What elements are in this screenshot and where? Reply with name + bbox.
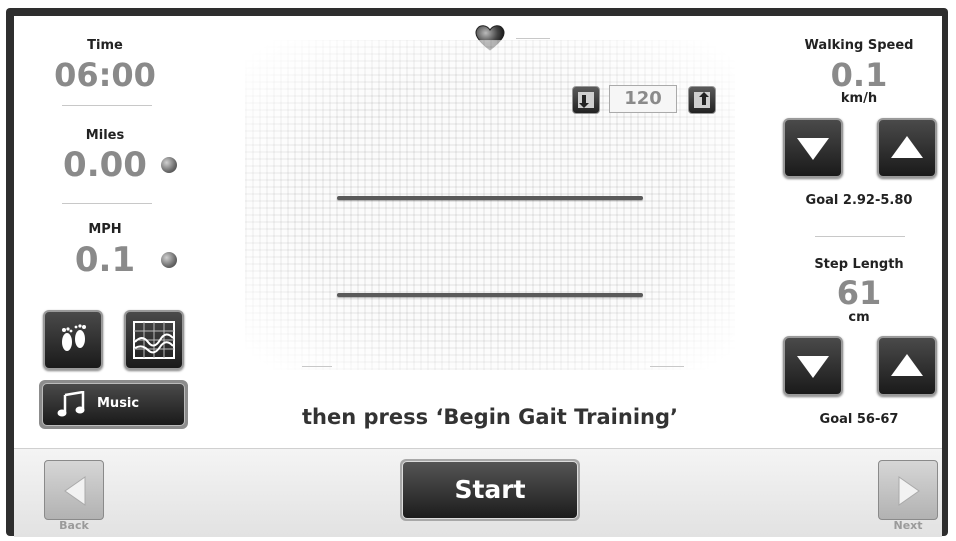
arrow-right-icon [898, 476, 920, 506]
step-length-increase-button[interactable] [877, 336, 937, 396]
graph-icon [133, 321, 175, 359]
graph-button[interactable] [124, 310, 184, 370]
mph-indicator-led [161, 252, 177, 268]
start-button[interactable]: Start [400, 459, 580, 521]
next-label: Next [893, 519, 923, 532]
walking-speed-unit: km/h [840, 91, 878, 106]
walking-speed-goal: Goal 2.92-5.80 [805, 193, 913, 208]
next-button[interactable] [878, 460, 938, 520]
cadence-decrease-button[interactable] [572, 86, 600, 114]
footprints-icon [62, 324, 86, 351]
lower-guide-bar [337, 293, 643, 297]
music-label: Music [97, 396, 140, 411]
cadence-increase-button[interactable] [688, 86, 716, 114]
walking-speed-decrease-button[interactable] [783, 118, 843, 178]
walking-speed-label: Walking Speed [804, 38, 914, 53]
time-value: 06:00 [54, 56, 156, 94]
walking-speed-value: 0.1 [830, 56, 888, 94]
back-button[interactable] [44, 460, 104, 520]
center-divider-right [650, 366, 684, 367]
back-label: Back [59, 519, 89, 532]
step-length-label: Step Length [814, 257, 904, 272]
left-divider-2 [62, 203, 152, 204]
miles-label: Miles [85, 128, 125, 143]
mph-label: MPH [88, 222, 122, 237]
mph-value: 0.1 [74, 240, 136, 280]
upper-guide-bar [337, 196, 643, 200]
left-divider-1 [62, 105, 152, 106]
arrow-left-icon [64, 476, 86, 506]
cadence-value: 120 [609, 85, 677, 113]
footprints-button[interactable] [43, 310, 103, 370]
arrow-up-icon [891, 136, 923, 158]
right-divider [815, 236, 905, 237]
step-length-decrease-button[interactable] [783, 336, 843, 396]
arrow-up-icon [891, 354, 923, 376]
instruction-text: then press ‘Begin Gait Training’ [302, 405, 678, 429]
step-length-unit: cm [848, 310, 870, 325]
step-length-goal: Goal 56-67 [819, 412, 899, 427]
miles-indicator-led [161, 157, 177, 173]
heart-divider [516, 38, 550, 39]
arrow-down-icon [797, 356, 829, 378]
cadence-down-icon [578, 92, 594, 108]
start-label: Start [402, 461, 578, 519]
miles-value: 0.00 [63, 145, 147, 185]
music-button[interactable]: Music [39, 380, 188, 429]
music-note-icon [57, 391, 85, 417]
arrow-down-icon [797, 138, 829, 160]
walking-speed-increase-button[interactable] [877, 118, 937, 178]
time-label: Time [87, 38, 123, 53]
cadence-up-icon [694, 92, 710, 108]
center-divider-left [302, 366, 332, 367]
step-length-value: 61 [836, 274, 882, 312]
